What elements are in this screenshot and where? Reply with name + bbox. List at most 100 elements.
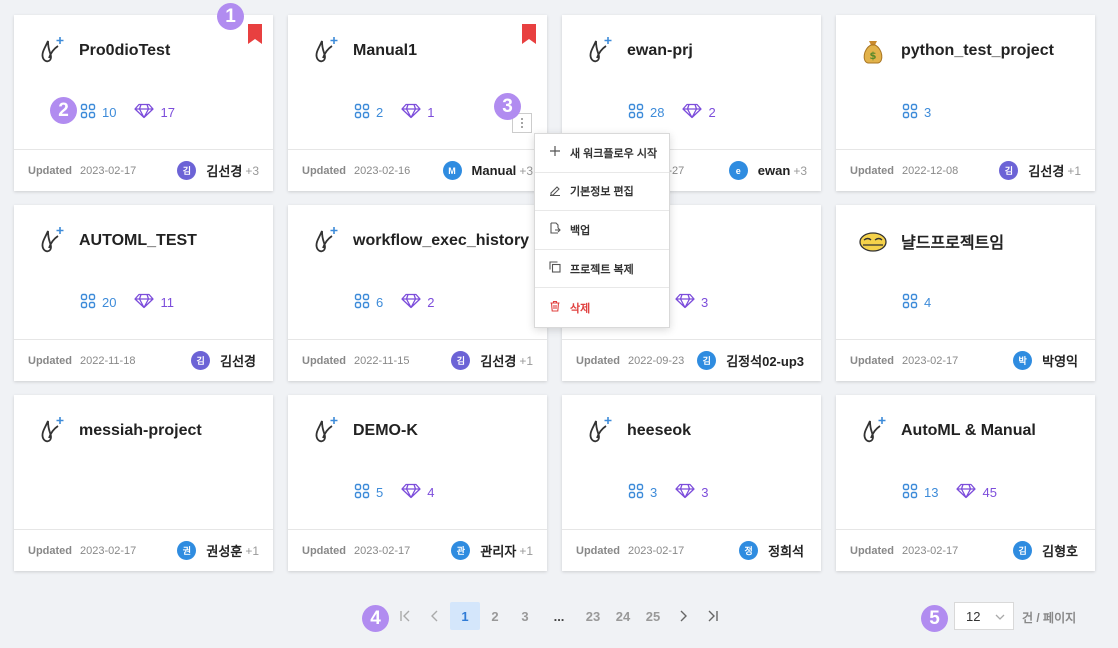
page-button-24[interactable]: 24 [608,602,638,630]
owner-name: Manual [471,163,517,178]
updated-label: Updated [302,354,346,367]
project-card[interactable]: AutoML & Manual 13 45 Updated 2023-02-17 … [836,395,1095,571]
card-header: AutoML & Manual [858,415,1036,447]
menu-item[interactable]: 삭제 [535,288,669,327]
annotation-marker-4: 4 [362,605,389,632]
diamond-icon [675,293,701,312]
owner-name: 관리자 [480,544,517,559]
model-count-value: 17 [160,105,175,120]
page-button-1[interactable]: 1 [450,602,480,630]
menu-item[interactable]: 기본정보 편집 [535,173,669,212]
sprout-sparkle-icon [584,35,614,67]
project-title[interactable]: AutoML & Manual [901,422,1036,440]
project-card[interactable]: workflow_exec_history 6 2 Updated 2022-11… [288,205,547,381]
page-button-3[interactable]: 3 [510,602,540,630]
owner: 권 권성훈 +1 [177,541,259,560]
project-title[interactable]: Pro0dioTest [79,42,170,60]
bookmark-icon[interactable] [522,24,536,49]
annotation-marker-3: 3 [494,93,521,120]
page-size-select[interactable]: 12 [954,602,1014,630]
card-footer: Updated 2022-11-15 김 김선경 +1 [288,339,547,381]
project-card[interactable]: messiah-project Updated 2023-02-17 권 권성훈… [14,395,273,571]
menu-item[interactable]: 새 워크플로우 시작 [535,134,669,173]
owner: 김 김선경 +3 [177,161,259,180]
workflow-icon [902,293,924,312]
updated-date: 2023-02-17 [354,544,411,557]
page-button-23[interactable]: 23 [578,602,608,630]
owner: 김 김선경 +1 [999,161,1081,180]
svg-text:$: $ [870,51,877,62]
project-card[interactable]: $ python_test_project 3 Updated 2022-12-… [836,15,1095,191]
project-title[interactable]: DEMO-K [353,422,418,440]
avatar: 김 [697,351,717,370]
project-stats: 21 [354,103,452,122]
model-count: 17 [134,103,175,122]
workflow-count-value: 13 [924,485,939,500]
project-title[interactable]: python_test_project [901,42,1054,60]
updated-label: Updated [850,354,894,367]
card-footer: Updated 2023-02-17 김 김형호 [836,529,1095,571]
workflow-icon [902,483,924,502]
updated-date: 2023-02-17 [628,544,685,557]
menu-item[interactable]: 프로젝트 복제 [535,250,669,289]
sprout-sparkle-icon [36,35,66,67]
last-page-icon[interactable] [698,602,728,630]
annotation-marker-1: 1 [217,3,244,30]
menu-item-label: 새 워크플로우 시작 [570,147,658,160]
workflow-count-value: 6 [376,295,384,310]
diamond-icon [401,483,427,502]
card-footer: Updated 2023-02-17 박 박영익 [836,339,1095,381]
next-page-icon[interactable] [668,602,698,630]
card-header: messiah-project [36,415,202,447]
workflow-count-value: 3 [924,105,932,120]
project-stats: 33 [628,483,726,502]
model-count-value: 1 [427,105,435,120]
updated-date: 2023-02-16 [354,164,411,177]
card-header: AUTOML_TEST [36,225,197,257]
workflow-icon [80,293,102,312]
page-ellipsis[interactable]: ... [540,602,578,630]
page-button-25[interactable]: 25 [638,602,668,630]
model-count-value: 45 [982,485,997,500]
owner: M Manual +3 [442,161,533,180]
workflow-count: 6 [354,293,383,312]
card-header: heeseok [584,415,691,447]
project-title[interactable]: ewan-prj [627,42,693,60]
project-title[interactable]: 냘드프로젝트임 [901,229,1004,253]
diamond-icon [401,293,427,312]
project-title[interactable]: workflow_exec_history [353,232,529,250]
bookmark-icon[interactable] [248,24,262,49]
owner-name: 김선경 [206,164,243,179]
project-title[interactable]: heeseok [627,422,691,440]
menu-item-label: 기본정보 편집 [570,186,634,199]
project-title[interactable]: messiah-project [79,422,202,440]
avatar: 권 [177,541,197,560]
menu-item[interactable]: 백업 [535,211,669,250]
owner-name: ewan [757,163,791,178]
model-count-value: 2 [427,295,435,310]
prev-page-icon[interactable] [420,602,450,630]
project-title[interactable]: AUTOML_TEST [79,232,197,250]
project-card[interactable]: DEMO-K 54 Updated 2023-02-17 관 관리자 +1 [288,395,547,571]
owner-name: 김선경 [220,354,256,369]
project-card[interactable]: heeseok 33 Updated 2023-02-17 정 정희석 [562,395,821,571]
first-page-icon[interactable] [390,602,420,630]
diamond-icon [134,293,160,312]
sprout-sparkle-icon [310,225,340,257]
project-title[interactable]: Manual1 [353,42,417,60]
model-count: 2 [682,103,716,122]
workflow-count: 13 [902,483,938,502]
updated-date: 2022-12-08 [902,164,959,177]
workflow-count: 2 [354,103,383,122]
diamond-icon [682,103,708,122]
page-button-2[interactable]: 2 [480,602,510,630]
owner: 김 김형호 [1013,541,1081,560]
diamond-icon [675,483,701,502]
card-header: DEMO-K [310,415,418,447]
project-card[interactable]: AUTOML_TEST 20 11 Updated 2022-11-18 김 김선… [14,205,273,381]
project-context-menu: 새 워크플로우 시작기본정보 편집백업 프로젝트 복제 삭제 [534,133,670,328]
project-stats: 3 [675,293,726,312]
project-card[interactable]: 냘드프로젝트임 4 Updated 2023-02-17 박 박영익 [836,205,1095,381]
model-count-value: 3 [701,295,709,310]
sleepy-face-icon [858,225,888,257]
